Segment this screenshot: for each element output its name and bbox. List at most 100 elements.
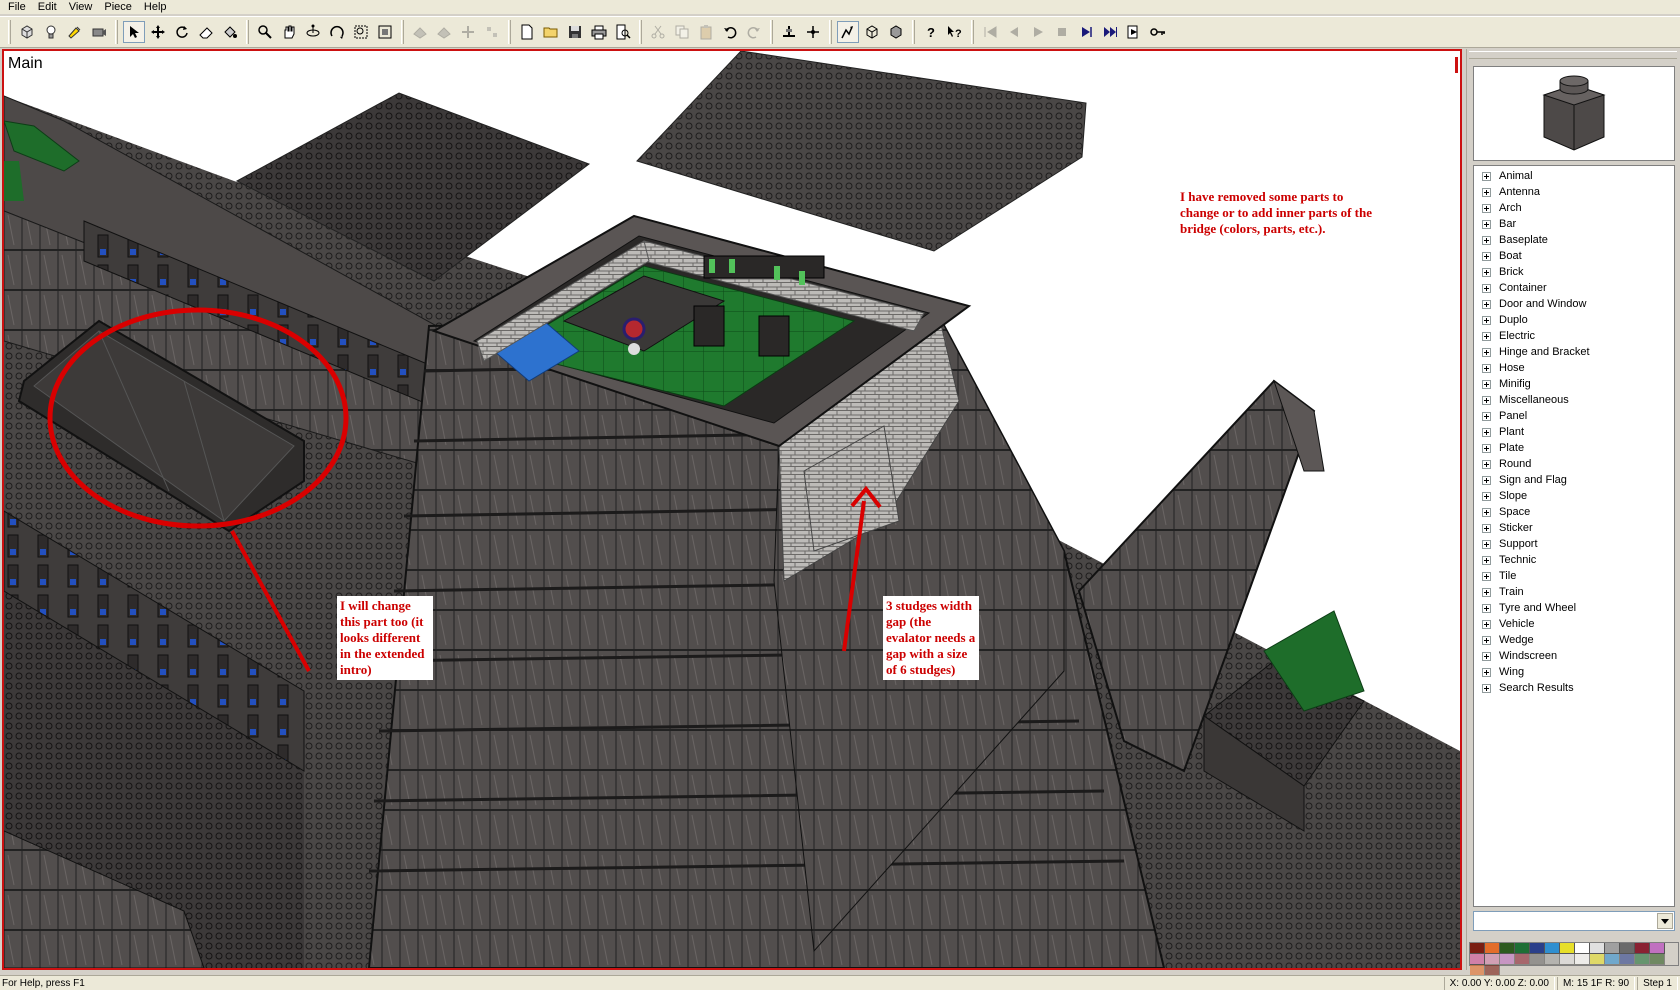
expand-plus-icon[interactable] bbox=[1482, 219, 1491, 229]
tree-item[interactable]: Sign and Flag bbox=[1474, 472, 1674, 488]
tree-item[interactable]: Animal bbox=[1474, 168, 1674, 184]
color-swatch[interactable] bbox=[1575, 954, 1590, 965]
print-icon[interactable] bbox=[588, 21, 610, 43]
tree-item[interactable]: Plate bbox=[1474, 440, 1674, 456]
expand-plus-icon[interactable] bbox=[1482, 619, 1491, 629]
tree-item[interactable]: Sticker bbox=[1474, 520, 1674, 536]
expand-plus-icon[interactable] bbox=[1482, 683, 1491, 693]
tree-item[interactable]: Arch bbox=[1474, 200, 1674, 216]
next-step-icon[interactable] bbox=[1075, 21, 1097, 43]
lightbulb-icon[interactable] bbox=[40, 21, 62, 43]
tree-item[interactable]: Round bbox=[1474, 456, 1674, 472]
rotate-icon[interactable] bbox=[171, 21, 193, 43]
color-swatch[interactable] bbox=[1485, 954, 1500, 965]
tree-item[interactable]: Vehicle bbox=[1474, 616, 1674, 632]
roll-icon[interactable] bbox=[326, 21, 348, 43]
color-swatch[interactable] bbox=[1590, 954, 1605, 965]
expand-plus-icon[interactable] bbox=[1482, 331, 1491, 341]
tree-item[interactable]: Slope bbox=[1474, 488, 1674, 504]
piece-search-combo[interactable] bbox=[1473, 911, 1675, 931]
color-swatch[interactable] bbox=[1560, 954, 1575, 965]
expand-plus-icon[interactable] bbox=[1482, 571, 1491, 581]
color-swatch[interactable] bbox=[1635, 943, 1650, 954]
snap-angle-icon[interactable] bbox=[802, 21, 824, 43]
tree-item[interactable]: Baseplate bbox=[1474, 232, 1674, 248]
expand-plus-icon[interactable] bbox=[1482, 443, 1491, 453]
expand-plus-icon[interactable] bbox=[1482, 203, 1491, 213]
expand-plus-icon[interactable] bbox=[1482, 395, 1491, 405]
new-piece-icon[interactable] bbox=[16, 21, 38, 43]
color-swatch[interactable] bbox=[1515, 954, 1530, 965]
expand-plus-icon[interactable] bbox=[1482, 411, 1491, 421]
tree-item[interactable]: Miscellaneous bbox=[1474, 392, 1674, 408]
undo-icon[interactable] bbox=[719, 21, 741, 43]
color-swatch[interactable] bbox=[1515, 943, 1530, 954]
tree-item[interactable]: Space bbox=[1474, 504, 1674, 520]
expand-plus-icon[interactable] bbox=[1482, 507, 1491, 517]
expand-plus-icon[interactable] bbox=[1482, 171, 1491, 181]
expand-plus-icon[interactable] bbox=[1482, 235, 1491, 245]
menu-help[interactable]: Help bbox=[138, 0, 173, 14]
print-preview-icon[interactable] bbox=[612, 21, 634, 43]
expand-plus-icon[interactable] bbox=[1482, 635, 1491, 645]
tree-item[interactable]: Bar bbox=[1474, 216, 1674, 232]
panel-grip[interactable] bbox=[1469, 51, 1677, 59]
expand-plus-icon[interactable] bbox=[1482, 283, 1491, 293]
3d-viewport[interactable]: Main I have removed some parts to change… bbox=[2, 49, 1462, 970]
tree-item[interactable]: Electric bbox=[1474, 328, 1674, 344]
eraser-icon[interactable] bbox=[195, 21, 217, 43]
expand-plus-icon[interactable] bbox=[1482, 427, 1491, 437]
rotate-view-icon[interactable] bbox=[302, 21, 324, 43]
key-icon[interactable] bbox=[1147, 21, 1169, 43]
tree-item[interactable]: Boat bbox=[1474, 248, 1674, 264]
expand-plus-icon[interactable] bbox=[1482, 299, 1491, 309]
menu-file[interactable]: File bbox=[2, 0, 32, 14]
expand-plus-icon[interactable] bbox=[1482, 347, 1491, 357]
expand-plus-icon[interactable] bbox=[1482, 267, 1491, 277]
color-swatch[interactable] bbox=[1560, 943, 1575, 954]
color-swatch[interactable] bbox=[1650, 943, 1665, 954]
expand-plus-icon[interactable] bbox=[1482, 667, 1491, 677]
expand-plus-icon[interactable] bbox=[1482, 379, 1491, 389]
expand-plus-icon[interactable] bbox=[1482, 555, 1491, 565]
expand-plus-icon[interactable] bbox=[1482, 523, 1491, 533]
solid-icon[interactable] bbox=[885, 21, 907, 43]
expand-plus-icon[interactable] bbox=[1482, 251, 1491, 261]
color-swatch[interactable] bbox=[1470, 954, 1485, 965]
color-swatch[interactable] bbox=[1500, 943, 1515, 954]
tree-item[interactable]: Container bbox=[1474, 280, 1674, 296]
tree-item[interactable]: Brick bbox=[1474, 264, 1674, 280]
color-swatch[interactable] bbox=[1530, 954, 1545, 965]
add-step-icon[interactable] bbox=[1123, 21, 1145, 43]
paint-bucket-icon[interactable] bbox=[219, 21, 241, 43]
tree-item[interactable]: Windscreen bbox=[1474, 648, 1674, 664]
tree-item[interactable]: Support bbox=[1474, 536, 1674, 552]
tree-item[interactable]: Search Results bbox=[1474, 680, 1674, 696]
tree-item[interactable]: Train bbox=[1474, 584, 1674, 600]
menu-piece[interactable]: Piece bbox=[98, 0, 138, 14]
expand-plus-icon[interactable] bbox=[1482, 603, 1491, 613]
expand-plus-icon[interactable] bbox=[1482, 651, 1491, 661]
tree-item[interactable]: Hose bbox=[1474, 360, 1674, 376]
tree-item[interactable]: Minifig bbox=[1474, 376, 1674, 392]
tree-item[interactable]: Plant bbox=[1474, 424, 1674, 440]
expand-plus-icon[interactable] bbox=[1482, 539, 1491, 549]
snap-move-icon[interactable] bbox=[778, 21, 800, 43]
color-swatch[interactable] bbox=[1530, 943, 1545, 954]
menu-edit[interactable]: Edit bbox=[32, 0, 63, 14]
new-file-icon[interactable] bbox=[516, 21, 538, 43]
select-arrow-icon[interactable] bbox=[123, 21, 145, 43]
tree-item[interactable]: Tyre and Wheel bbox=[1474, 600, 1674, 616]
expand-plus-icon[interactable] bbox=[1482, 187, 1491, 197]
help-icon[interactable]: ? bbox=[920, 21, 942, 43]
expand-plus-icon[interactable] bbox=[1482, 587, 1491, 597]
color-swatch[interactable] bbox=[1605, 954, 1620, 965]
paint-icon[interactable] bbox=[64, 21, 86, 43]
save-icon[interactable] bbox=[564, 21, 586, 43]
color-swatch[interactable] bbox=[1620, 943, 1635, 954]
color-swatch[interactable] bbox=[1620, 954, 1635, 965]
camera-icon[interactable] bbox=[88, 21, 110, 43]
tree-item[interactable]: Technic bbox=[1474, 552, 1674, 568]
context-help-icon[interactable]: ? bbox=[944, 21, 966, 43]
chevron-down-icon[interactable] bbox=[1657, 913, 1673, 929]
